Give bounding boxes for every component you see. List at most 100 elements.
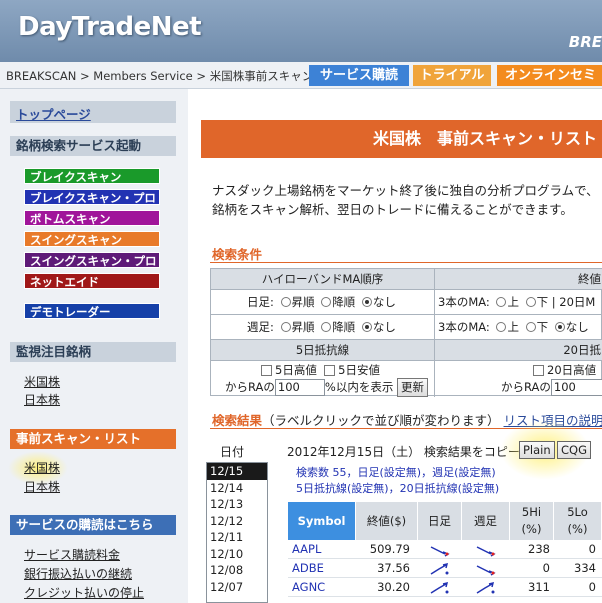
weekly-trend-icon xyxy=(476,581,495,594)
nav-trial-button[interactable]: トライアル xyxy=(413,65,491,86)
weekly-ma-radio-above[interactable] xyxy=(496,322,507,332)
daily-ma3-label: 3本のMA: xyxy=(438,295,490,309)
subscribe-link-credit[interactable]: クレジット払いの停止 xyxy=(24,584,144,601)
subscribe-link-fee[interactable]: サービス購読料金 xyxy=(24,546,120,563)
daily-opt-down: 降順 xyxy=(332,295,356,309)
col-daily[interactable]: 日足 xyxy=(418,502,462,540)
date-item[interactable]: 12/13 xyxy=(207,496,267,513)
cell-5hi: 238 xyxy=(510,540,554,559)
result-meta-2: 5日抵抗線(設定無)，20日抵抗線(設定無) xyxy=(296,482,500,495)
date-item[interactable]: 12/12 xyxy=(207,513,267,530)
daily-ma-radio-above[interactable] xyxy=(496,297,507,307)
date-item[interactable]: 12/08 xyxy=(207,562,267,579)
daily-ma-above: 上 xyxy=(507,295,519,309)
cell-5lo: 334 xyxy=(554,559,602,578)
cell-5hi: 0 xyxy=(510,559,554,578)
weekly-opt-up: 昇順 xyxy=(291,320,315,334)
input-5day-range[interactable]: 100 xyxy=(274,379,325,396)
daily-radio-down[interactable] xyxy=(321,297,332,307)
site-logo[interactable]: DayTradeNet xyxy=(18,12,202,42)
service-netaid[interactable]: ネットエイド xyxy=(24,273,160,289)
weekly-opt-down: 降順 xyxy=(332,320,356,334)
daily-ma-radio-below[interactable] xyxy=(525,297,536,307)
date-item[interactable]: 12/15 xyxy=(207,463,267,480)
nav-seminar-button[interactable]: オンラインセミ xyxy=(497,65,602,86)
cell-close: 37.56 xyxy=(356,559,418,578)
sidebar-top-link[interactable]: トップページ xyxy=(16,104,91,123)
cell-daily xyxy=(418,559,462,578)
date-item[interactable]: 12/10 xyxy=(207,546,267,563)
daily-trend-icon xyxy=(430,546,450,557)
input-20day-range[interactable]: 100 xyxy=(550,379,602,396)
check-20day-high[interactable] xyxy=(533,365,544,376)
criteria-underline xyxy=(210,262,602,263)
date-item[interactable]: 12/14 xyxy=(207,480,267,497)
daily-radio-none[interactable] xyxy=(361,297,372,307)
daily-ma20-label: 20日M xyxy=(559,295,596,309)
daily-trend-icon xyxy=(430,581,449,594)
update-button[interactable]: 更新 xyxy=(397,378,428,397)
sidebar-subscribe-title: サービスの購読はこちら xyxy=(10,515,176,535)
service-breakscan[interactable]: ブレイクスキャン xyxy=(24,168,160,184)
cell-symbol[interactable]: ADBE xyxy=(288,559,356,578)
date-item[interactable]: 12/07 xyxy=(207,579,267,596)
watch-link-jp[interactable]: 日本株 xyxy=(24,391,60,408)
nav-subscribe-button[interactable]: サービス購読 xyxy=(309,65,409,86)
results-note: （ラベルクリックで並び順が変わります） xyxy=(262,413,500,428)
col-symbol[interactable]: Symbol xyxy=(288,502,356,540)
cell-5lo: 0 xyxy=(554,540,602,559)
criteria-daily-ma: 3本のMA: 上 下 | 20日M xyxy=(438,295,596,309)
col-close[interactable]: 終値($) xyxy=(356,502,418,540)
label-from-ra: からRAの xyxy=(225,380,275,394)
weekly-radio-none[interactable] xyxy=(361,322,372,332)
sidebar-search-title: 銘柄検索サービス起動 xyxy=(10,136,176,156)
check-5day-high[interactable] xyxy=(261,365,272,376)
service-demotrader[interactable]: デモトレーダー xyxy=(24,303,160,319)
label-5day-high: 5日高値 xyxy=(275,363,317,377)
col-5lo[interactable]: 5Lo (%) xyxy=(554,502,602,540)
breadcrumb-bar: BREAKSCAN > Members Service > 米国株事前スキャン … xyxy=(0,62,602,89)
criteria-header-20day: 20日抵 xyxy=(563,343,601,357)
results-title: 検索結果 xyxy=(212,413,263,428)
intro-text: ナスダック上場銘柄をマーケット終了後に独自の分析プログラムで、トレンド 銘柄をス… xyxy=(212,181,602,219)
copy-plain-button[interactable]: Plain xyxy=(519,441,555,459)
results-table: Symbol 終値($) 日足 週足 5Hi (%) 5Lo (%) AAPL 5… xyxy=(288,502,602,603)
intro-line-2: 銘柄をスキャン解析、翌日のトレードに備えることができます。 xyxy=(212,202,573,217)
criteria-weekly-row: 週足: 昇順 降順 なし xyxy=(211,315,434,339)
cell-weekly xyxy=(462,540,510,559)
weekly-radio-down[interactable] xyxy=(321,322,332,332)
date-list[interactable]: 12/15 12/14 12/13 12/12 12/11 12/10 12/08 12/07 xyxy=(206,462,268,603)
col-5hi[interactable]: 5Hi (%) xyxy=(510,502,554,540)
cell-symbol[interactable]: AAPL xyxy=(288,540,356,559)
watch-link-us[interactable]: 米国株 xyxy=(24,373,60,390)
weekly-ma-radio-none[interactable] xyxy=(554,322,565,332)
site-header: DayTradeNet BRE xyxy=(0,0,602,62)
col-weekly[interactable]: 週足 xyxy=(462,502,510,540)
daily-label: 日足: xyxy=(247,295,274,309)
prescan-link-jp[interactable]: 日本株 xyxy=(24,478,60,495)
cell-weekly xyxy=(462,559,510,578)
daily-radio-up[interactable] xyxy=(280,297,291,307)
cell-5lo: 0 xyxy=(554,578,602,597)
cell-5hi: 311 xyxy=(510,578,554,597)
daily-ma-below: 下 xyxy=(536,295,549,309)
check-5day-low[interactable] xyxy=(324,365,336,376)
subscribe-link-bank[interactable]: 銀行振込払いの継続 xyxy=(24,565,132,582)
criteria-20day-range: からRAの 100 xyxy=(435,377,602,397)
weekly-ma-radio-below[interactable] xyxy=(525,322,536,332)
label-within: %以内を表示 xyxy=(324,380,394,394)
intro-line-1: ナスダック上場銘柄をマーケット終了後に独自の分析プログラムで、トレンド xyxy=(212,183,602,198)
service-breakscan-pro[interactable]: ブレイクスキャン・プロ xyxy=(24,189,160,205)
copy-cqg-button[interactable]: CQG xyxy=(557,441,591,459)
service-swingscan[interactable]: スイングスキャン xyxy=(24,231,160,247)
cell-daily xyxy=(418,540,462,559)
service-swingscan-pro[interactable]: スイングスキャン・プロ xyxy=(24,252,160,268)
service-bottomscan[interactable]: ボトムスキャン xyxy=(24,210,160,226)
weekly-radio-up[interactable] xyxy=(280,322,291,332)
label-20day-high: 20日高値 xyxy=(547,363,597,377)
weekly-ma-below: 下 xyxy=(536,320,549,334)
prescan-link-us[interactable]: 米国株 xyxy=(24,459,60,476)
date-item[interactable]: 12/11 xyxy=(207,529,267,546)
daily-trend-icon xyxy=(430,562,449,575)
cell-symbol[interactable]: AGNC xyxy=(288,578,356,597)
